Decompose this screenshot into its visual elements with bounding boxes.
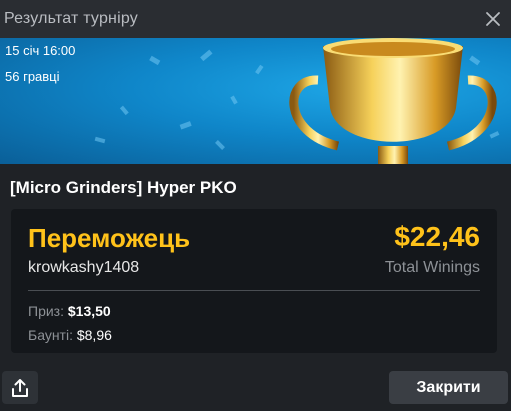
prize-value: $13,50	[67, 303, 111, 319]
player-count: 56 гравці	[5, 69, 60, 84]
title-bar: Результат турніру	[0, 0, 511, 38]
result-card: Переможець krowkashy1408 $22,46 Total Wi…	[11, 209, 497, 353]
share-icon	[12, 378, 28, 397]
tournament-banner: 15 січ 16:00 56 гравці	[0, 38, 511, 164]
winner-label: Переможець	[28, 223, 191, 253]
tournament-date: 15 січ 16:00	[5, 43, 76, 58]
total-winnings-amount: $22,46	[394, 221, 480, 252]
divider	[28, 290, 480, 291]
close-button[interactable]: Закрити	[389, 371, 508, 404]
bounty-value: $8,96	[76, 327, 112, 343]
bounty-row: Баунті: $8,96	[28, 327, 112, 343]
window-title: Результат турніру	[4, 10, 138, 27]
prize-label: Приз:	[28, 303, 68, 319]
share-button[interactable]	[2, 371, 38, 404]
trophy-icon	[289, 38, 497, 164]
total-winnings-label: Total Winings	[384, 259, 480, 276]
prize-row: Приз: $13,50	[28, 303, 111, 319]
close-icon[interactable]	[481, 7, 505, 31]
tournament-name: [Micro Grinders] Hyper PKO	[10, 178, 237, 197]
bounty-label: Баунті:	[28, 327, 77, 343]
player-name: krowkashy1408	[28, 259, 140, 276]
